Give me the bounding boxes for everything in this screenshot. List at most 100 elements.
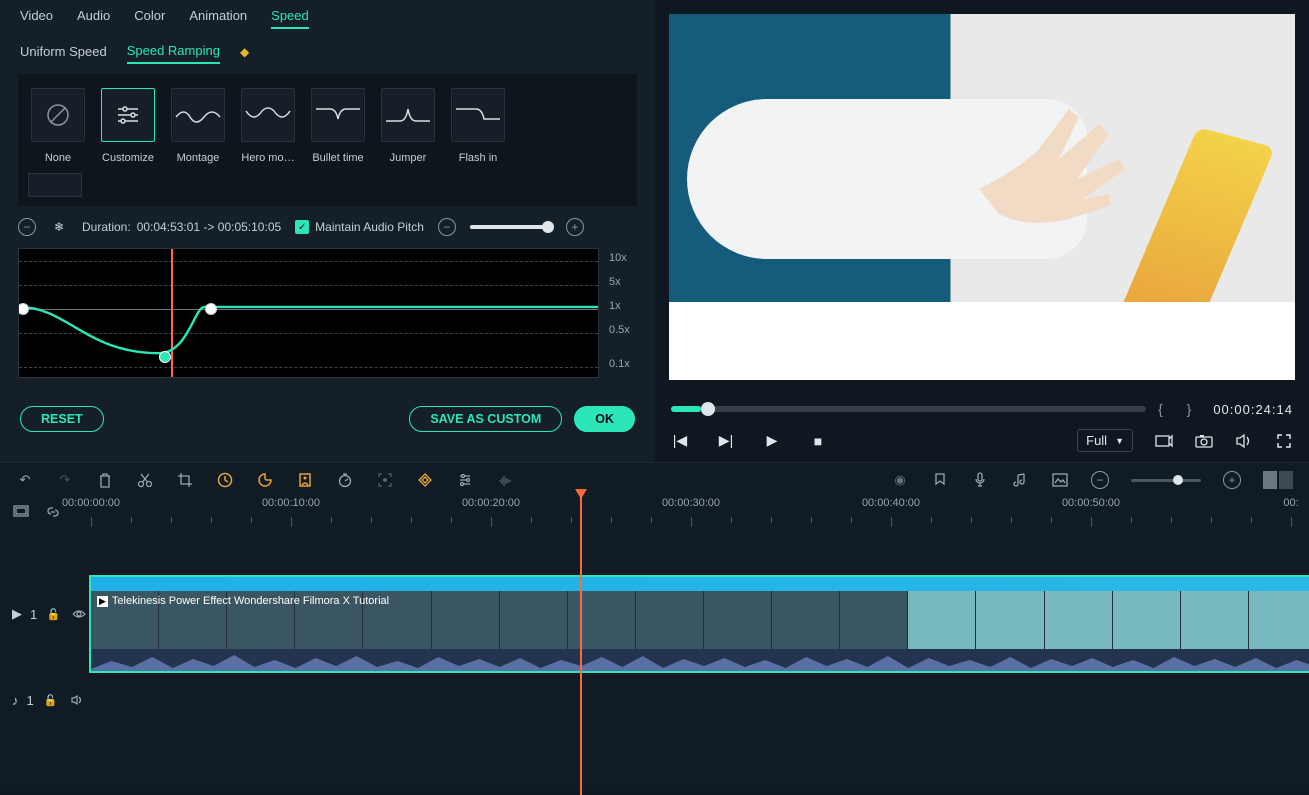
delete-icon[interactable] xyxy=(96,471,114,489)
save-as-custom-button[interactable]: SAVE AS CUSTOM xyxy=(409,406,562,432)
snapshot-icon[interactable] xyxy=(1195,432,1213,450)
duration-value: 00:04:53:01 -> 00:05:10:05 xyxy=(137,220,281,234)
ok-button[interactable]: OK xyxy=(574,406,635,432)
remove-keyframe-button[interactable]: − xyxy=(18,218,36,236)
render-preview-icon[interactable] xyxy=(1155,432,1173,450)
timeline-toolbar: ↶ ↷ ◉ − + xyxy=(0,463,1309,497)
stop-icon[interactable]: ■ xyxy=(809,432,827,450)
panel-buttons: RESET SAVE AS CUSTOM OK xyxy=(0,386,655,444)
fullscreen-icon[interactable] xyxy=(1275,432,1293,450)
preset-montage-label: Montage xyxy=(168,152,228,165)
tab-audio[interactable]: Audio xyxy=(77,8,110,29)
clip-title: Telekinesis Power Effect Wondershare Fil… xyxy=(112,595,389,607)
transport-bar: { } 00:00:24:14 xyxy=(655,393,1309,427)
duration-tool-icon[interactable] xyxy=(336,471,354,489)
clip-waveform xyxy=(91,649,1309,671)
timeline-ruler[interactable]: 00:00:00:0000:00:10:0000:00:20:0000:00:3… xyxy=(87,497,1309,537)
video-clip-1[interactable]: ▶ Telekinesis Power Effect Wondershare Fi… xyxy=(89,575,1309,673)
green-screen-icon[interactable] xyxy=(296,471,314,489)
undo-icon[interactable]: ↶ xyxy=(16,471,34,489)
volume-icon[interactable] xyxy=(1235,432,1253,450)
audio-track-head: ♪ 1 🔓 xyxy=(0,691,87,709)
lock-icon[interactable]: 🔓 xyxy=(45,605,62,623)
split-icon[interactable] xyxy=(136,471,154,489)
preset-flash-in[interactable]: Flash in xyxy=(448,88,508,165)
audio-track-1[interactable]: ♪ 1 🔓 xyxy=(87,691,1309,717)
zoom-slider[interactable] xyxy=(1131,479,1201,482)
audio-track-number: 1 xyxy=(27,693,34,708)
speed-increase-button[interactable]: + xyxy=(566,218,584,236)
match-zoom-icon[interactable] xyxy=(12,503,30,521)
curve-point-3[interactable] xyxy=(205,303,217,315)
next-frame-icon[interactable]: ▶| xyxy=(717,432,735,450)
speed-tool-icon[interactable] xyxy=(216,471,234,489)
marker-add-icon[interactable] xyxy=(931,471,949,489)
ruler-label: 00:00:10:00 xyxy=(262,497,320,509)
ruler-label: 00:00:30:00 xyxy=(662,497,720,509)
preset-jumper-label: Jumper xyxy=(378,152,438,165)
brace-icons: { } xyxy=(1158,401,1201,417)
timeline-ruler-row: 00:00:00:0000:00:10:0000:00:20:0000:00:3… xyxy=(0,497,1309,537)
preset-hero-moment[interactable]: Hero mo… xyxy=(238,88,298,165)
ramping-graph[interactable] xyxy=(18,248,599,378)
color-tool-icon[interactable] xyxy=(256,471,274,489)
voice-icon[interactable] xyxy=(971,471,989,489)
tab-video[interactable]: Video xyxy=(20,8,53,29)
ruler-label: 00: xyxy=(1283,497,1298,509)
preset-bullet-time[interactable]: Bullet time xyxy=(308,88,368,165)
timeline-tracks: ▶ 1 🔓 ▶ Telekinesis Power Effect Wondersh… xyxy=(0,537,1309,717)
clip-play-icon: ▶ xyxy=(97,596,108,607)
video-track-1[interactable]: ▶ 1 🔓 ▶Telekinesis Power Effect Wondersh… xyxy=(87,575,1309,673)
ramping-graph-wrap: 10x 5x 1x 0.5x 0.1x xyxy=(0,248,655,386)
video-preview-area xyxy=(655,0,1309,393)
adjustments-icon[interactable] xyxy=(456,471,474,489)
reset-button[interactable]: RESET xyxy=(20,406,104,432)
audio-lock-icon[interactable]: 🔓 xyxy=(42,691,60,709)
preset-jumper[interactable]: Jumper xyxy=(378,88,438,165)
maintain-pitch-toggle[interactable]: ✓ Maintain Audio Pitch xyxy=(295,220,424,234)
curve-controls-row: − ❄ Duration: 00:04:53:01 -> 00:05:10:05… xyxy=(0,206,655,248)
video-track-head: ▶ 1 🔓 xyxy=(0,605,87,623)
tab-speed[interactable]: Speed xyxy=(271,8,309,29)
timeline-view-toggle[interactable] xyxy=(1263,471,1293,489)
speed-axis-labels: 10x 5x 1x 0.5x 0.1x xyxy=(609,248,637,378)
tab-color[interactable]: Color xyxy=(134,8,165,29)
chevron-down-icon: ▼ xyxy=(1115,436,1124,446)
mute-icon[interactable] xyxy=(68,691,86,709)
subtab-uniform-speed[interactable]: Uniform Speed xyxy=(20,44,107,63)
preview-quality-select[interactable]: Full▼ xyxy=(1077,429,1133,452)
freeze-frame-icon[interactable]: ❄ xyxy=(50,218,68,236)
visibility-icon[interactable] xyxy=(70,605,87,623)
redo-icon[interactable]: ↷ xyxy=(56,471,74,489)
zoom-out-button[interactable]: − xyxy=(1091,471,1109,489)
ruler-label: 00:00:40:00 xyxy=(862,497,920,509)
play-icon[interactable]: ▶ xyxy=(763,432,781,450)
speed-decrease-button[interactable]: − xyxy=(438,218,456,236)
coverframe-icon[interactable] xyxy=(1051,471,1069,489)
render-icon[interactable]: ◉ xyxy=(891,471,909,489)
timeline-playhead[interactable] xyxy=(580,537,582,717)
zoom-in-button[interactable]: + xyxy=(1223,471,1241,489)
audio-tool-icon[interactable] xyxy=(496,471,514,489)
link-icon[interactable] xyxy=(44,503,62,521)
video-track-icon: ▶ xyxy=(12,606,22,622)
video-preview[interactable] xyxy=(669,14,1295,380)
keyframe-tool-icon[interactable] xyxy=(416,471,434,489)
subtab-speed-ramping[interactable]: Speed Ramping xyxy=(127,43,220,64)
preset-none[interactable]: None xyxy=(28,88,88,165)
mixer-icon[interactable] xyxy=(1011,471,1029,489)
seekbar[interactable] xyxy=(671,406,1146,412)
speed-slider[interactable] xyxy=(470,225,552,229)
inspector-top-tabs: Video Audio Color Animation Speed xyxy=(0,0,655,33)
preview-panel: { } 00:00:24:14 |◀ ▶| ▶ ■ Full▼ xyxy=(655,0,1309,462)
prev-frame-icon[interactable]: |◀ xyxy=(671,432,689,450)
crop-icon[interactable] xyxy=(176,471,194,489)
ruler-label: 00:00:20:00 xyxy=(462,497,520,509)
preset-flash-in-label: Flash in xyxy=(448,152,508,165)
focus-icon[interactable] xyxy=(376,471,394,489)
preset-customize[interactable]: Customize xyxy=(98,88,158,165)
preset-customize-label: Customize xyxy=(98,152,158,165)
preset-montage[interactable]: Montage xyxy=(168,88,228,165)
curve-point-2[interactable] xyxy=(159,351,171,363)
tab-animation[interactable]: Animation xyxy=(189,8,247,29)
